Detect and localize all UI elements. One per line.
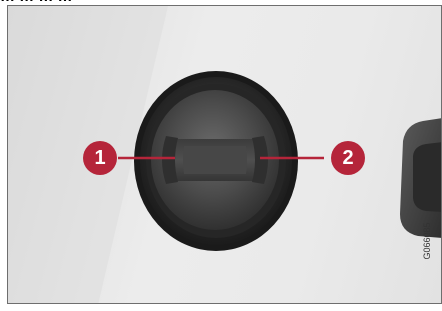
illustration-panel: 1 2: [7, 5, 442, 304]
door-handle: [400, 118, 441, 238]
image-code-label: G066085: [422, 222, 432, 260]
callout-1: 1: [83, 141, 117, 175]
fuel-cap-illustration: [8, 6, 441, 303]
callout-2: 2: [331, 141, 365, 175]
cap-grip-face: [183, 146, 247, 174]
